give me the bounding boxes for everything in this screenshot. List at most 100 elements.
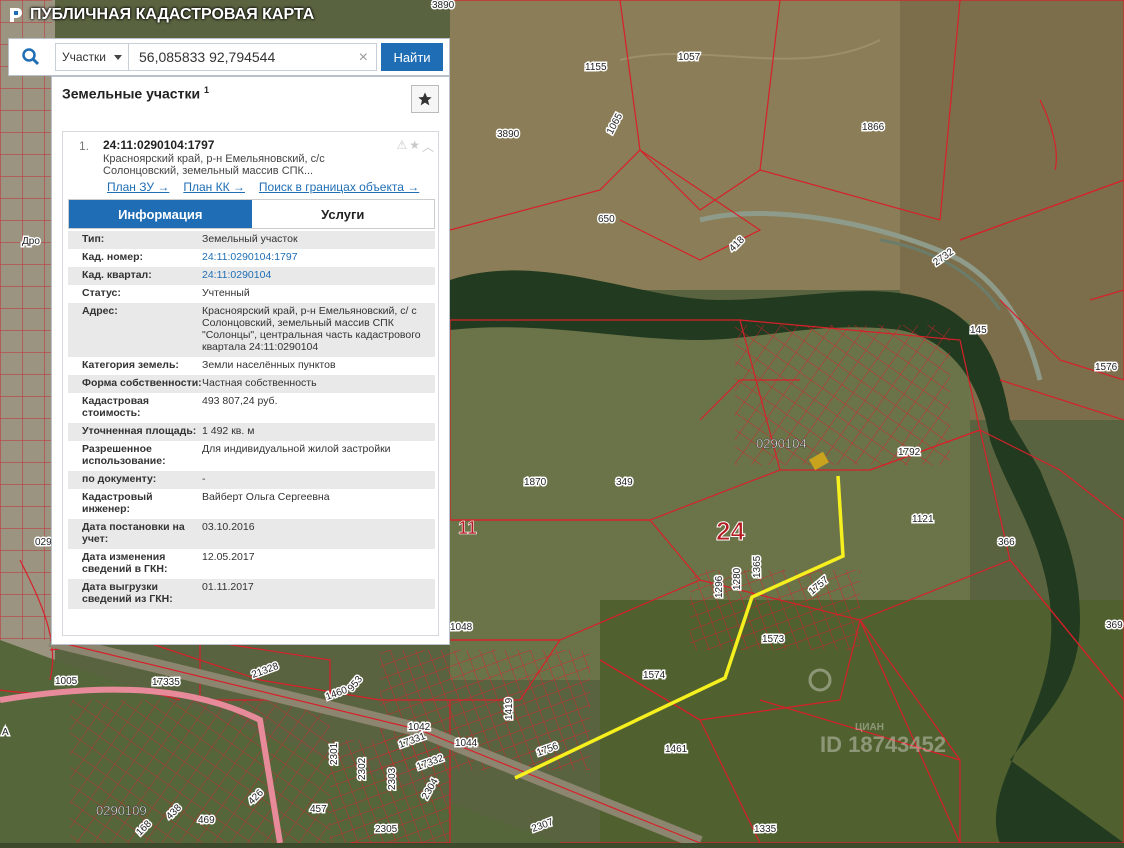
info-row: Разрешенное использование: Для индивидуал… [68, 441, 435, 471]
info-row-value: 1 492 кв. м [202, 425, 255, 437]
card-address: Красноярский край, р-н Емельяновский, с/… [103, 153, 325, 177]
find-button[interactable]: Найти [381, 43, 443, 71]
info-row-key: Кадастровая стоимость: [82, 395, 149, 419]
map-label: 17335 [152, 677, 180, 688]
tab-info[interactable]: Информация [69, 200, 252, 228]
info-row-value: Красноярский край, р-н Емельяновский, с/… [202, 305, 421, 353]
caret-down-icon [114, 54, 122, 60]
map-label: 24 [716, 516, 745, 546]
map-label: 2301 [329, 742, 340, 765]
object-type-value: Участки [62, 50, 106, 64]
search-input[interactable]: 56,085833 92,794544 × [129, 43, 377, 71]
info-row-value: Земли населённых пунктов [202, 359, 336, 371]
info-row-key: Дата постановки на учет: [82, 521, 185, 545]
info-row-key: Адрес: [82, 305, 118, 317]
info-row-key: Тип: [82, 233, 105, 245]
plan-zu-link[interactable]: План ЗУ → [107, 180, 169, 194]
info-table: Тип: Земельный участок Кад. номер: 24:11:02… [68, 231, 435, 609]
info-row-key: Форма собственности: [82, 377, 202, 389]
info-row-key: Дата выгрузки сведений из ГКН: [82, 581, 173, 605]
map-label: 1870 [524, 477, 547, 488]
info-row: Статус: Учтенный [68, 285, 435, 303]
search-icon [22, 48, 40, 66]
info-row: Кад. номер: 24:11:0290104:1797 [68, 249, 435, 267]
card-tabs: Информация Услуги [68, 199, 435, 229]
search-icon-button[interactable] [9, 39, 53, 75]
info-row-key: Уточненная площадь: [82, 425, 197, 437]
info-row: Форма собственности: Частная собственност… [68, 375, 435, 393]
warning-icon[interactable]: ⚠ [396, 138, 407, 155]
info-row: Адрес: Красноярский край, р-н Емельяновск… [68, 303, 435, 357]
results-panel: Земельные участки 1 1. 24:11:0290104:179… [51, 76, 450, 645]
map-label: 1005 [55, 676, 78, 687]
app-title: ПУБЛИЧНАЯ КАДАСТРОВАЯ КАРТА [30, 6, 315, 23]
app-header: ПУБЛИЧНАЯ КАДАСТРОВАЯ КАРТА [6, 4, 314, 26]
map-label: ID 18743452 [820, 732, 946, 757]
info-row-value[interactable]: 24:11:0290104 [202, 269, 432, 281]
info-row-value: Частная собственность [202, 377, 317, 389]
map-label: 11 [458, 518, 477, 538]
map-label: 650 [598, 214, 615, 225]
info-row: Кадастровая стоимость: 493 807,24 руб. [68, 393, 435, 423]
card-actions: ⚠ ★ ︿ [396, 138, 434, 155]
info-row-value: Учтенный [202, 287, 250, 299]
card-links: План ЗУ → План КК → Поиск в границах объ… [107, 180, 419, 194]
info-row-value[interactable]: 24:11:0290104:1797 [202, 251, 432, 263]
search-in-bounds-link[interactable]: Поиск в границах объекта → [259, 180, 419, 194]
info-row-key: Кадастровый инженер: [82, 491, 153, 515]
map-label: 1057 [678, 52, 701, 63]
map-label: 1365 [752, 555, 763, 578]
chevron-up-icon[interactable]: ︿ [422, 138, 434, 155]
search-input-value: 56,085833 92,794544 [139, 49, 276, 65]
map-label: 145 [970, 325, 987, 336]
map-label: 1576 [1095, 362, 1118, 373]
star-icon [418, 92, 432, 106]
info-row-value: Для индивидуальной жилой застройки [202, 443, 391, 455]
map-label: 469 [198, 815, 215, 826]
info-row-key: Статус: [82, 287, 121, 299]
map-label: 366 [998, 537, 1015, 548]
info-row-key: Кад. номер: [82, 251, 144, 263]
info-row: Дата изменения сведений в ГКН: 12.05.2017 [68, 549, 435, 579]
map-label: 369 [1106, 620, 1123, 631]
info-row-key: Разрешенное использование: [82, 443, 166, 467]
map-label: 1042 [408, 722, 431, 733]
map-label: 457 [310, 804, 327, 815]
info-row: Тип: Земельный участок [68, 231, 435, 249]
info-row-value: Вайберт Ольга Сергеевна [202, 491, 330, 503]
star-outline-icon[interactable]: ★ [409, 138, 420, 155]
result-count: 1 [203, 85, 209, 95]
parcel-card: 1. 24:11:0290104:1797 Красноярский край,… [62, 131, 439, 636]
favorite-button[interactable] [411, 85, 439, 113]
info-row-value: 03.10.2016 [202, 521, 255, 533]
map-label: 1792 [898, 447, 921, 458]
map-label: 2305 [375, 824, 398, 835]
info-row: по документу: - [68, 471, 435, 489]
panel-heading: Земельные участки 1 [62, 85, 209, 102]
plan-kk-link[interactable]: План КК → [183, 180, 245, 194]
card-cad-id[interactable]: 24:11:0290104:1797 [103, 138, 214, 152]
map-label: А [2, 727, 9, 738]
info-row: Дата выгрузки сведений из ГКН: 01.11.2017 [68, 579, 435, 609]
info-row: Уточненная площадь: 1 492 кв. м [68, 423, 435, 441]
map-label: 1461 [665, 744, 688, 755]
search-bar: Участки 56,085833 92,794544 × Найти [8, 38, 450, 76]
map-label: 0290104 [756, 436, 807, 451]
map-label: 349 [616, 477, 633, 488]
info-row-value: 493 807,24 руб. [202, 395, 278, 407]
map-label: 3890 [432, 0, 455, 11]
map-label: 1573 [762, 634, 785, 645]
clear-icon[interactable]: × [359, 49, 368, 67]
tab-services[interactable]: Услуги [251, 200, 434, 228]
map-label: 1866 [862, 122, 885, 133]
map-label: 3890 [497, 129, 520, 140]
info-row: Кад. квартал: 24:11:0290104 [68, 267, 435, 285]
object-type-select[interactable]: Участки [55, 43, 129, 71]
pkk-logo-icon [10, 8, 22, 22]
info-row-key: Дата изменения сведений в ГКН: [82, 551, 168, 575]
map-label: 1121 [912, 514, 934, 525]
map-label: 1044 [455, 738, 478, 749]
panel-heading-text: Земельные участки [62, 85, 201, 102]
info-row-key: Категория земель: [82, 359, 179, 371]
info-row: Дата постановки на учет: 03.10.2016 [68, 519, 435, 549]
